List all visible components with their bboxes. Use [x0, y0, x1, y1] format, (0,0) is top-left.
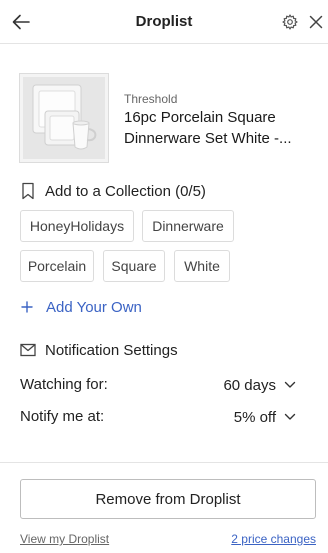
product-brand: Threshold: [124, 92, 178, 106]
product-name[interactable]: 16pc Porcelain Square Dinnerware Set Whi…: [124, 107, 314, 149]
close-icon: [309, 15, 323, 29]
bookmark-icon: [22, 182, 34, 200]
add-your-own-label: Add Your Own: [46, 298, 142, 316]
add-your-own-button[interactable]: Add Your Own: [20, 297, 142, 317]
notification-settings-label: Notification Settings: [45, 341, 178, 359]
tag-white[interactable]: White: [174, 250, 230, 282]
product-image[interactable]: [20, 74, 108, 162]
footer-divider: [0, 462, 328, 463]
back-button[interactable]: [10, 11, 32, 33]
plus-icon: [21, 301, 33, 313]
product-card: Threshold 16pc Porcelain Square Dinnerwa…: [20, 74, 320, 164]
page-title: Droplist: [135, 13, 193, 30]
watching-for-select[interactable]: 60 days: [223, 374, 296, 396]
gear-icon: [282, 14, 298, 30]
notify-me-at-row: Notify me at: 5% off: [20, 406, 296, 428]
tag-dinnerware[interactable]: Dinnerware: [142, 210, 234, 242]
chevron-down-icon: [284, 381, 296, 388]
view-my-droplist-link[interactable]: View my Droplist: [20, 532, 109, 546]
arrow-left-icon: [12, 14, 30, 30]
add-to-collection-header: Add to a Collection (0/5): [20, 181, 206, 201]
close-button[interactable]: [306, 12, 326, 32]
notify-me-at-select[interactable]: 5% off: [234, 406, 296, 428]
dinnerware-image: [23, 77, 105, 159]
settings-button[interactable]: [280, 12, 300, 32]
tag-porcelain[interactable]: Porcelain: [20, 250, 94, 282]
notification-settings-header: Notification Settings: [20, 340, 178, 360]
watching-for-row: Watching for: 60 days: [20, 374, 296, 396]
collection-label: Add to a Collection (0/5): [45, 182, 206, 200]
price-changes-link[interactable]: 2 price changes: [231, 532, 316, 546]
watching-for-value: 60 days: [223, 376, 276, 394]
remove-from-droplist-button[interactable]: Remove from Droplist: [20, 479, 316, 519]
chevron-down-icon: [284, 413, 296, 420]
tag-honeyholidays[interactable]: HoneyHolidays: [20, 210, 134, 242]
envelope-icon: [20, 343, 36, 357]
tag-square[interactable]: Square: [103, 250, 165, 282]
watching-for-label: Watching for:: [20, 376, 108, 393]
notify-me-at-label: Notify me at:: [20, 408, 105, 425]
notify-me-at-value: 5% off: [233, 408, 276, 426]
header-bar: Droplist: [0, 0, 328, 44]
